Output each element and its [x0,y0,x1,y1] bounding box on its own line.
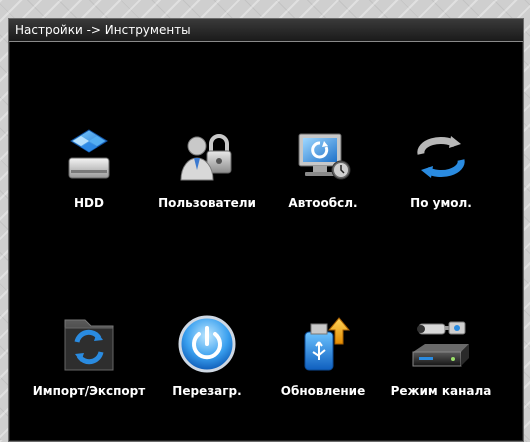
tool-label: HDD [74,196,104,210]
tool-label: Режим канала [390,384,492,398]
window-title: Настройки -> Инструменты [9,19,523,42]
tool-channel-mode[interactable]: Режим канала [382,312,500,398]
channel-mode-icon [412,321,469,367]
tool-label: Импорт/Экспорт [32,384,146,398]
tool-hdd[interactable]: HDD [30,124,148,210]
tool-label: Перезагр. [172,384,242,398]
tool-label: Обновление [280,384,366,398]
tools-grid: HDD Пользователи Автообсл. По умол. Импо… [9,42,523,441]
tool-upgrade[interactable]: Обновление [264,312,382,398]
upgrade-usb-icon [304,317,351,371]
tool-reboot[interactable]: Перезагр. [148,312,266,398]
hdd-icon [68,129,110,179]
tool-auto-maintain[interactable]: Автообсл. [264,124,382,210]
users-lock-icon [180,134,232,181]
tool-label: Пользователи [158,196,256,210]
reboot-power-icon [178,315,236,373]
restore-default-icon [417,136,465,178]
tool-import-export[interactable]: Импорт/Экспорт [30,312,148,398]
auto-maintain-icon [298,133,351,180]
tool-label: По умол. [410,196,472,210]
import-export-icon [64,319,114,371]
tool-restore-default[interactable]: По умол. [382,124,500,210]
tools-window: Настройки -> Инструменты HDD Пользовател… [8,18,524,442]
tool-users[interactable]: Пользователи [148,124,266,210]
tool-label: Автообсл. [288,196,358,210]
